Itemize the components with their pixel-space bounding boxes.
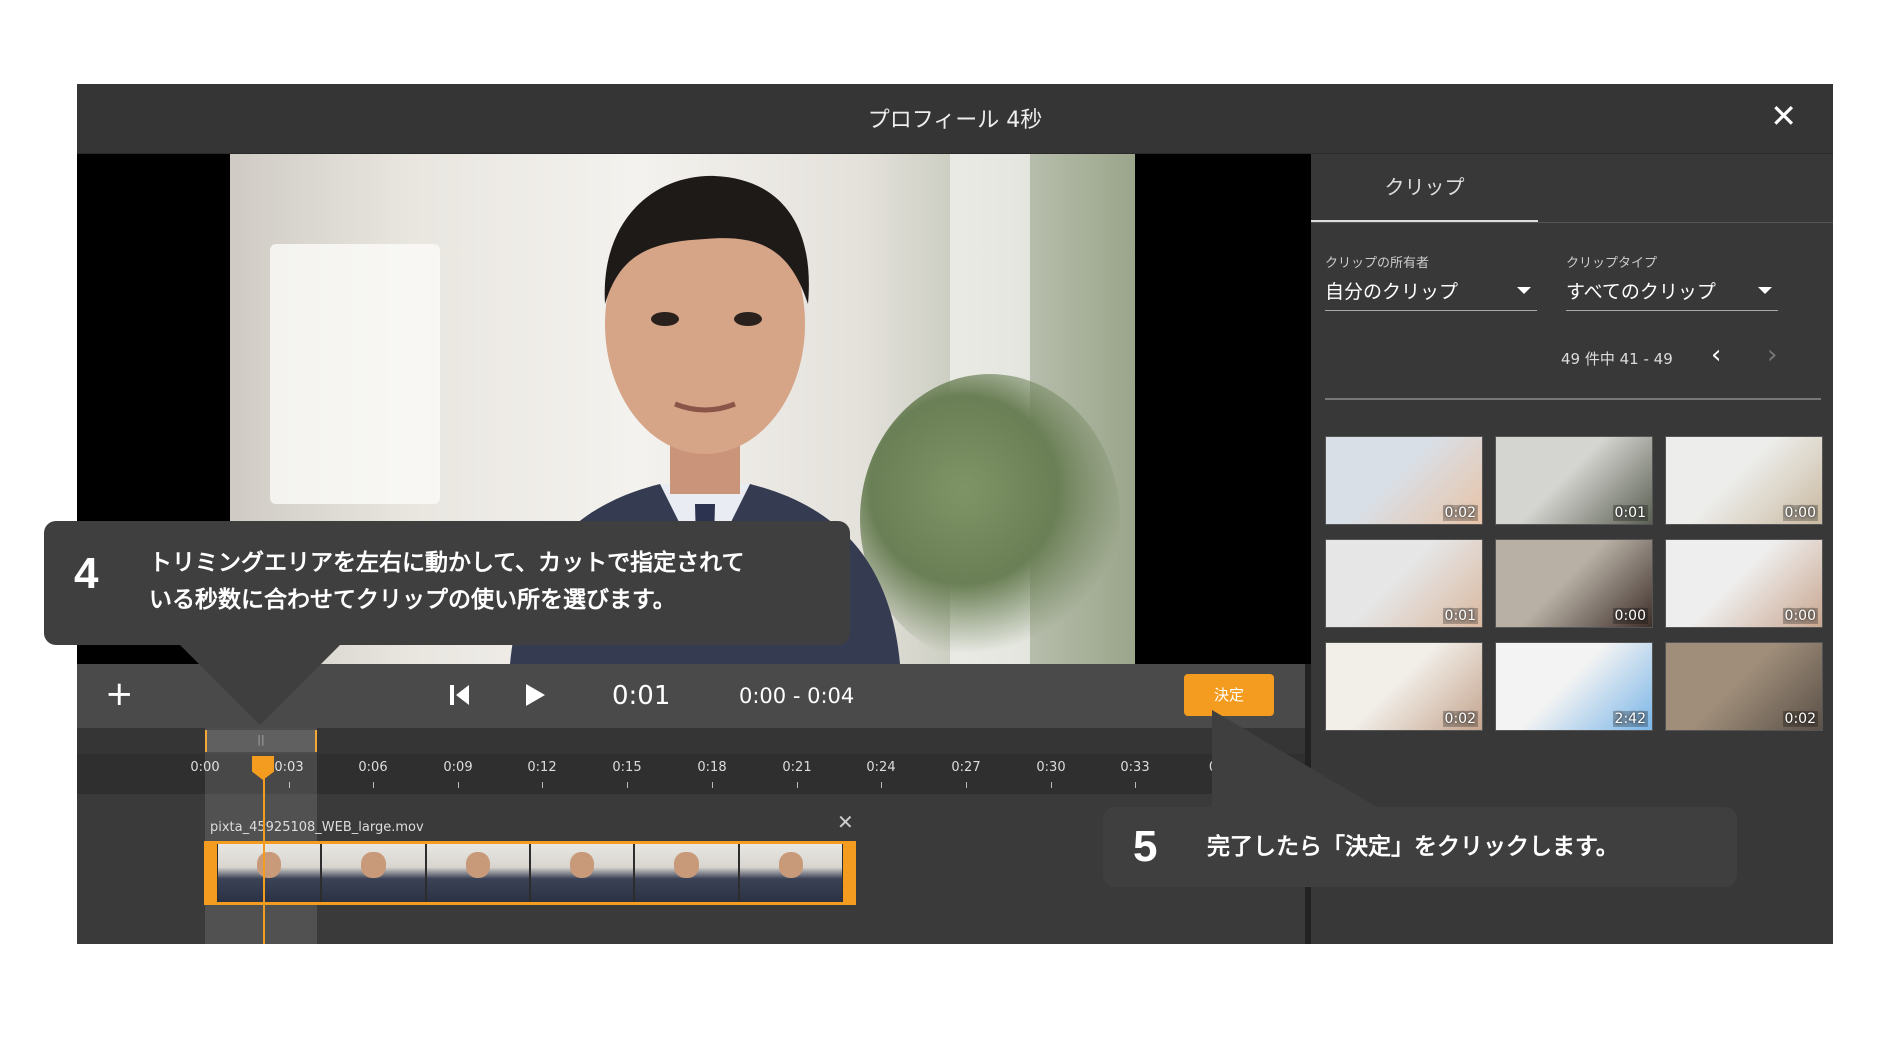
pagination-text: 49 件中 41 - 49 bbox=[1561, 350, 1673, 368]
close-icon[interactable]: ✕ bbox=[1770, 100, 1797, 132]
ruler-tick: 0:21 bbox=[782, 760, 812, 775]
play-icon[interactable] bbox=[523, 682, 547, 708]
clip-right-handle[interactable] bbox=[842, 844, 853, 902]
background-window bbox=[270, 244, 440, 504]
timeline-clip[interactable] bbox=[204, 841, 856, 905]
type-select[interactable]: クリップタイプ すべてのクリップ bbox=[1566, 252, 1778, 311]
clip-duration: 2:42 bbox=[1612, 711, 1648, 727]
clip-thumbnail[interactable]: 0:00 bbox=[1495, 539, 1653, 628]
callout-step-5: 5 完了したら「決定」をクリックします。 bbox=[1103, 807, 1737, 887]
clip-frame bbox=[739, 844, 842, 902]
tick-mark bbox=[458, 782, 459, 788]
pager-divider bbox=[1325, 398, 1821, 400]
dropdown-arrow-icon bbox=[1517, 287, 1531, 294]
tick-mark bbox=[627, 782, 628, 788]
tab-clips[interactable]: クリップ bbox=[1311, 154, 1538, 223]
ruler-tick: 0:15 bbox=[612, 760, 642, 775]
owner-select[interactable]: クリップの所有者 自分のクリップ bbox=[1325, 252, 1537, 311]
owner-dropdown[interactable]: 自分のクリップ bbox=[1325, 277, 1537, 311]
ruler-tick: 0:12 bbox=[527, 760, 557, 775]
clip-left-handle[interactable] bbox=[207, 844, 217, 902]
current-time: 0:01 bbox=[612, 681, 671, 711]
ruler-tick: 0:09 bbox=[443, 760, 473, 775]
ruler-tick: 0:06 bbox=[358, 760, 388, 775]
callout-text-line1: トリミングエリアを左右に動かして、カットで指定されて bbox=[149, 550, 745, 576]
tick-mark bbox=[797, 782, 798, 788]
clip-thumbnail[interactable]: 0:00 bbox=[1665, 539, 1823, 628]
ruler-tick: 0:18 bbox=[697, 760, 727, 775]
tick-mark bbox=[966, 782, 967, 788]
clip-thumbnail[interactable]: 0:02 bbox=[1325, 436, 1483, 525]
skip-to-start-icon[interactable] bbox=[447, 682, 473, 708]
clip-frame bbox=[218, 844, 321, 902]
dropdown-arrow-icon bbox=[1758, 287, 1772, 294]
type-value: すべてのクリップ bbox=[1566, 281, 1716, 303]
playhead-line bbox=[263, 778, 265, 944]
clip-duration: 0:00 bbox=[1612, 608, 1648, 624]
ruler-tick: 0:33 bbox=[1120, 760, 1150, 775]
clip-frame bbox=[635, 844, 738, 902]
clip-thumbnail[interactable]: 0:01 bbox=[1495, 436, 1653, 525]
clip-duration: 0:00 bbox=[1782, 608, 1818, 624]
clip-thumbnail[interactable]: 0:01 bbox=[1325, 539, 1483, 628]
callout-text: 完了したら「決定」をクリックします。 bbox=[1207, 834, 1619, 860]
tab-underline bbox=[1311, 222, 1833, 223]
ruler-tick: 0:27 bbox=[951, 760, 981, 775]
trim-range: 0:00 - 0:04 bbox=[739, 684, 855, 708]
clip-frame bbox=[530, 844, 634, 902]
tick-mark bbox=[542, 782, 543, 788]
tick-mark bbox=[1135, 782, 1136, 788]
tick-mark bbox=[712, 782, 713, 788]
clip-duration: 0:00 bbox=[1782, 505, 1818, 521]
clip-frame bbox=[322, 844, 425, 902]
chevron-right-icon[interactable]: › bbox=[1767, 340, 1777, 370]
ruler-tick: 0:24 bbox=[866, 760, 896, 775]
add-icon[interactable]: + bbox=[105, 674, 134, 714]
clip-thumbnail[interactable]: 0:02 bbox=[1665, 642, 1823, 731]
clip-thumbnail[interactable]: 2:42 bbox=[1495, 642, 1653, 731]
clip-duration: 0:01 bbox=[1442, 608, 1478, 624]
owner-value: 自分のクリップ bbox=[1325, 281, 1459, 303]
step-number: 4 bbox=[74, 549, 99, 598]
clip-thumbnail[interactable]: 0:00 bbox=[1665, 436, 1823, 525]
clip-thumbnail[interactable]: 0:02 bbox=[1325, 642, 1483, 731]
type-label: クリップタイプ bbox=[1566, 256, 1658, 271]
clip-duration: 0:02 bbox=[1782, 711, 1818, 727]
callout-step-4: 4 トリミングエリアを左右に動かして、カットで指定されて いる秒数に合わせてクリ… bbox=[44, 521, 850, 645]
clip-duration: 0:02 bbox=[1442, 711, 1478, 727]
callout-text-line2: いる秒数に合わせてクリップの使い所を選びます。 bbox=[149, 587, 676, 613]
clip-filename: pixta_45925108_WEB_large.mov bbox=[210, 820, 424, 835]
type-dropdown[interactable]: すべてのクリップ bbox=[1566, 277, 1778, 311]
window-title: プロフィール 4秒 bbox=[867, 108, 1043, 133]
tick-mark bbox=[373, 782, 374, 788]
title-bar: プロフィール 4秒 ✕ bbox=[77, 84, 1833, 154]
step-number: 5 bbox=[1133, 822, 1158, 871]
clip-frame bbox=[426, 844, 529, 902]
clip-duration: 0:01 bbox=[1612, 505, 1648, 521]
clip-duration: 0:02 bbox=[1442, 505, 1478, 521]
callout-4-pointer bbox=[180, 645, 340, 725]
decide-button[interactable]: 決定 bbox=[1184, 674, 1274, 716]
tick-mark bbox=[1051, 782, 1052, 788]
owner-label: クリップの所有者 bbox=[1325, 256, 1430, 271]
chevron-left-icon[interactable]: ‹ bbox=[1711, 340, 1721, 370]
ruler-tick: 0:30 bbox=[1036, 760, 1066, 775]
remove-clip-icon[interactable]: ✕ bbox=[837, 810, 854, 834]
tick-mark bbox=[881, 782, 882, 788]
